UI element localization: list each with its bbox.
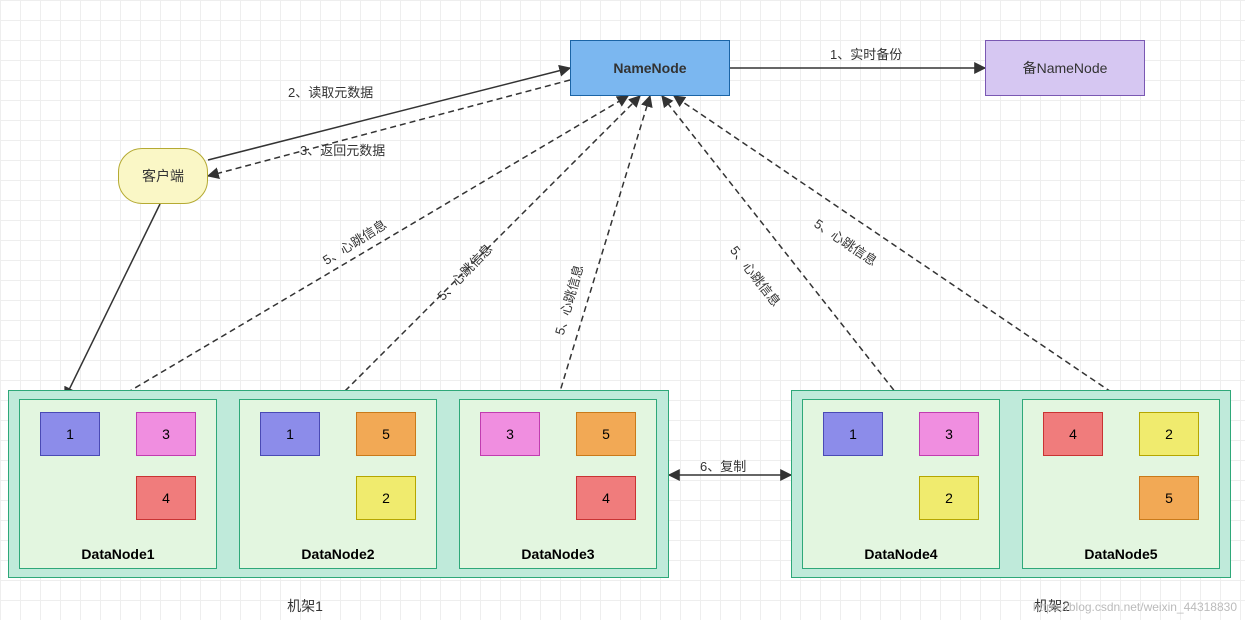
datanode-label: DataNode4	[803, 542, 999, 568]
backup-namenode-box: 备NameNode	[985, 40, 1145, 96]
diagram-canvas: 1、实时备份 2、读取元数据 3、返回元数据 6、复制 5、心跳信息 5、心跳信…	[0, 0, 1245, 620]
datanode-4: 1 3 2 DataNode4	[802, 399, 1000, 569]
label-hb3: 5、心跳信息	[549, 262, 587, 337]
datanode-label: DataNode3	[460, 542, 656, 568]
datanode-3-blocks: 3 5 4	[460, 400, 656, 542]
datanode-label: DataNode1	[20, 542, 216, 568]
namenode-box: NameNode	[570, 40, 730, 96]
block: 1	[40, 412, 100, 456]
datanode-4-blocks: 1 3 2	[803, 400, 999, 542]
datanode-5-blocks: 4 2 5	[1023, 400, 1219, 542]
block: 2	[356, 476, 416, 520]
rack-2: 1 3 2 DataNode4 4 2 5 DataNode5	[791, 390, 1231, 578]
label-hb5: 5、心跳信息	[811, 213, 882, 269]
datanode-5: 4 2 5 DataNode5	[1022, 399, 1220, 569]
block: 2	[1139, 412, 1199, 456]
rack-1: 1 3 4 DataNode1 1 5 2 DataNode2 3 5 4 Da…	[8, 390, 669, 578]
datanode-label: DataNode5	[1023, 542, 1219, 568]
label-e1: 1、实时备份	[830, 44, 902, 63]
datanode-1: 1 3 4 DataNode1	[19, 399, 217, 569]
datanode-3: 3 5 4 DataNode3	[459, 399, 657, 569]
rack-1-label: 机架1	[275, 596, 335, 616]
block: 1	[823, 412, 883, 456]
block: 3	[136, 412, 196, 456]
datanode-2-blocks: 1 5 2	[240, 400, 436, 542]
label-hb2: 5、心跳信息	[432, 239, 496, 304]
block: 4	[136, 476, 196, 520]
label-hb4: 5、心跳信息	[726, 241, 785, 310]
block: 1	[260, 412, 320, 456]
block: 5	[356, 412, 416, 456]
block: 2	[919, 476, 979, 520]
block: 3	[480, 412, 540, 456]
label-hb1: 5、心跳信息	[318, 214, 389, 268]
datanode-2: 1 5 2 DataNode2	[239, 399, 437, 569]
block: 5	[1139, 476, 1199, 520]
datanode-1-blocks: 1 3 4	[20, 400, 216, 542]
label-e6: 6、复制	[700, 456, 746, 475]
watermark: https://blog.csdn.net/weixin_44318830	[1033, 600, 1237, 614]
block: 5	[576, 412, 636, 456]
datanode-label: DataNode2	[240, 542, 436, 568]
label-e3: 3、返回元数据	[300, 140, 385, 159]
block: 3	[919, 412, 979, 456]
block: 4	[576, 476, 636, 520]
client-box: 客户端	[118, 148, 208, 204]
label-e2: 2、读取元数据	[288, 82, 373, 101]
block: 4	[1043, 412, 1103, 456]
